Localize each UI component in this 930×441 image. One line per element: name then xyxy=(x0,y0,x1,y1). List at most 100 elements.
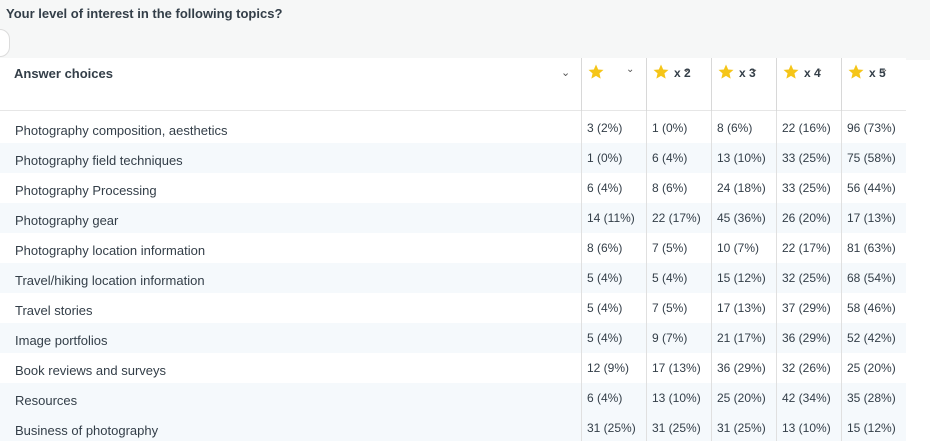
response-count-cell: 5 (4%) xyxy=(587,271,623,285)
response-count-cell: 52 (42%) xyxy=(847,331,896,345)
response-count-cell: 33 (25%) xyxy=(782,151,831,165)
response-count-cell: 15 (12%) xyxy=(847,421,896,435)
table-row: Photography field techniques 1 (0%) 6 (4%)… xyxy=(0,143,906,173)
answer-choice-label: Photography Processing xyxy=(15,183,157,198)
response-count-cell: 17 (13%) xyxy=(652,361,701,375)
response-count-cell: 45 (36%) xyxy=(717,211,766,225)
response-count-cell: 25 (20%) xyxy=(717,391,766,405)
response-count-cell: 32 (26%) xyxy=(782,361,831,375)
response-count-cell: 58 (46%) xyxy=(847,301,896,315)
response-count-cell: 5 (4%) xyxy=(652,271,688,285)
response-count-cell: 22 (17%) xyxy=(782,241,831,255)
question-header: Your level of interest in the following … xyxy=(0,0,930,60)
table-row: Book reviews and surveys 12 (9%) 17 (13%) 3… xyxy=(0,353,906,383)
response-count-cell: 31 (25%) xyxy=(717,421,766,435)
star-icon xyxy=(718,64,734,79)
response-count-cell: 12 (9%) xyxy=(587,361,630,375)
response-count-cell: 8 (6%) xyxy=(587,241,623,255)
star-icon xyxy=(848,64,864,79)
response-count-cell: 68 (54%) xyxy=(847,271,896,285)
response-count-cell: 31 (25%) xyxy=(587,421,636,435)
response-count-cell: 35 (28%) xyxy=(847,391,896,405)
answer-choice-label: Business of photography xyxy=(15,423,159,438)
table-header-row: Answer choices ⌄ ⌄ x 2 ⌄ x 3 ⌄ x 4 ⌄ x 5 ⌄ xyxy=(0,58,906,111)
table-row: Photography location information 8 (6%) 7 … xyxy=(0,233,906,263)
answer-choices-header: Answer choices xyxy=(14,66,113,81)
response-count-cell: 22 (16%) xyxy=(782,121,831,135)
column-divider xyxy=(646,111,647,441)
answer-choice-label: Photography field techniques xyxy=(15,153,183,168)
star-icon xyxy=(783,64,799,79)
column-divider xyxy=(776,111,777,441)
chevron-down-icon[interactable]: ⌄ xyxy=(626,64,634,75)
response-count-cell: 96 (73%) xyxy=(847,121,896,135)
response-count-cell: 10 (7%) xyxy=(717,241,760,255)
response-count-cell: 81 (63%) xyxy=(847,241,896,255)
column-divider xyxy=(841,111,842,441)
response-count-cell: 26 (20%) xyxy=(782,211,831,225)
response-count-cell: 17 (13%) xyxy=(847,211,896,225)
response-count-cell: 24 (18%) xyxy=(717,181,766,195)
chevron-down-icon[interactable]: ⌄ xyxy=(750,64,758,75)
column-divider xyxy=(581,111,582,441)
table-row: Resources 6 (4%) 13 (10%) 25 (20%) 42 (34%) 3… xyxy=(0,383,906,413)
response-count-cell: 8 (6%) xyxy=(717,121,753,135)
response-count-cell: 56 (44%) xyxy=(847,181,896,195)
column-header-4[interactable]: x 4 ⌄ xyxy=(776,58,841,111)
response-count-cell: 7 (5%) xyxy=(652,241,688,255)
star-icon xyxy=(588,64,604,79)
answer-choice-label: Photography location information xyxy=(15,243,206,258)
response-count-cell: 9 (7%) xyxy=(652,331,688,345)
column-header-3[interactable]: x 3 ⌄ xyxy=(711,58,776,111)
response-count-cell: 6 (4%) xyxy=(587,391,623,405)
response-count-cell: 5 (4%) xyxy=(587,301,623,315)
column-divider xyxy=(711,111,712,441)
chevron-down-icon[interactable]: ⌄ xyxy=(880,64,888,75)
response-count-cell: 14 (11%) xyxy=(587,211,635,225)
response-count-cell: 15 (12%) xyxy=(717,271,766,285)
table-row: Travel/hiking location information 5 (4%)… xyxy=(0,263,906,293)
answer-choice-label: Image portfolios xyxy=(15,333,108,348)
response-count-cell: 3 (2%) xyxy=(587,121,623,135)
response-count-cell: 13 (10%) xyxy=(782,421,831,435)
response-count-cell: 8 (6%) xyxy=(652,181,688,195)
chevron-down-icon[interactable]: ⌄ xyxy=(815,64,823,75)
answer-choice-label: Travel/hiking location information xyxy=(15,273,205,288)
table-row: Photography Processing 6 (4%) 8 (6%) 24 (18… xyxy=(0,173,906,203)
answer-choice-label: Book reviews and surveys xyxy=(15,363,167,378)
response-count-cell: 37 (29%) xyxy=(782,301,831,315)
table-row: Image portfolios 5 (4%) 9 (7%) 21 (17%) 36 (… xyxy=(0,323,906,353)
response-count-cell: 13 (10%) xyxy=(652,391,701,405)
response-count-cell: 33 (25%) xyxy=(782,181,831,195)
response-count-cell: 22 (17%) xyxy=(652,211,701,225)
answer-choice-label: Photography gear xyxy=(15,213,119,228)
response-count-cell: 6 (4%) xyxy=(652,151,688,165)
answer-choice-label: Resources xyxy=(15,393,78,408)
response-count-cell: 1 (0%) xyxy=(587,151,623,165)
response-count-cell: 7 (5%) xyxy=(652,301,688,315)
column-header-2[interactable]: x 2 ⌄ xyxy=(646,58,711,111)
response-count-cell: 21 (17%) xyxy=(717,331,766,345)
table-row: Photography composition, aesthetics 3 (2%… xyxy=(0,113,906,143)
response-count-cell: 42 (34%) xyxy=(782,391,831,405)
column-header-5[interactable]: x 5 ⌄ xyxy=(841,58,906,111)
response-count-cell: 6 (4%) xyxy=(587,181,623,195)
response-count-cell: 17 (13%) xyxy=(717,301,766,315)
column-header-1[interactable]: ⌄ xyxy=(581,58,646,111)
table-row: Business of photography 31 (25%) 31 (25%) 3… xyxy=(0,413,906,441)
star-icon xyxy=(653,64,669,79)
response-count-cell: 25 (20%) xyxy=(847,361,896,375)
side-tab-handle[interactable] xyxy=(0,29,10,57)
response-count-cell: 36 (29%) xyxy=(717,361,766,375)
table-row: Photography gear 14 (11%) 22 (17%) 45 (36%)… xyxy=(0,203,906,233)
response-count-cell: 1 (0%) xyxy=(652,121,688,135)
answer-choice-label: Photography composition, aesthetics xyxy=(15,123,228,138)
table-row: Travel stories 5 (4%) 7 (5%) 17 (13%) 37 (29… xyxy=(0,293,906,323)
chevron-down-icon[interactable]: ⌄ xyxy=(682,64,690,75)
response-count-cell: 13 (10%) xyxy=(717,151,766,165)
chevron-down-icon[interactable]: ⌄ xyxy=(561,66,570,79)
response-count-cell: 36 (29%) xyxy=(782,331,831,345)
question-title: Your level of interest in the following … xyxy=(6,6,283,21)
response-count-cell: 31 (25%) xyxy=(652,421,701,435)
response-count-cell: 5 (4%) xyxy=(587,331,623,345)
